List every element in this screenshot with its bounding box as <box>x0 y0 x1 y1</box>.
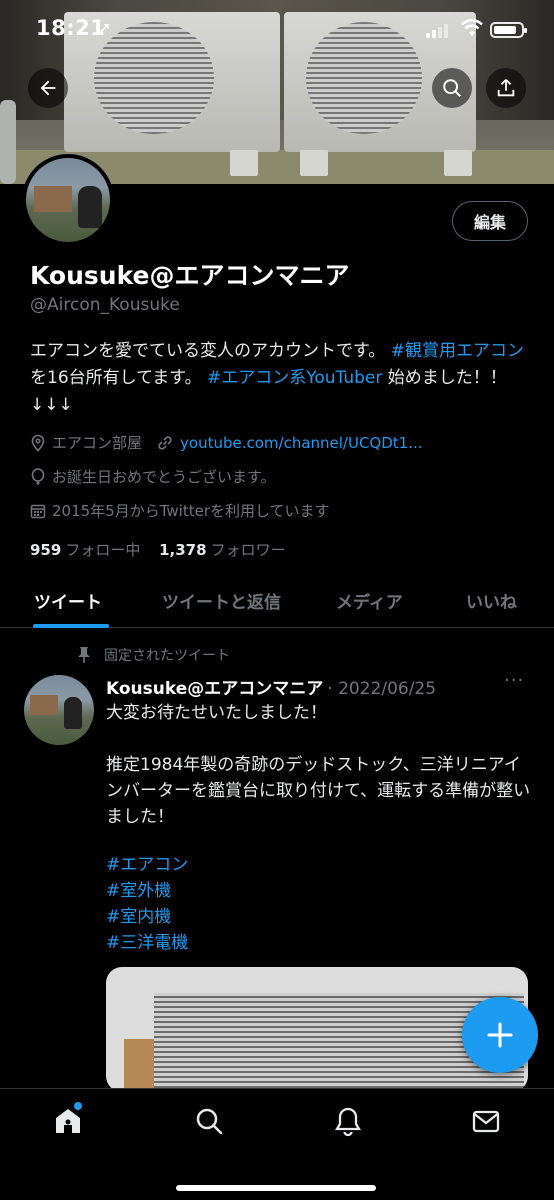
hashtag-link[interactable]: #室内機 <box>106 904 188 930</box>
location-arrow-icon: ➚ <box>98 18 112 37</box>
search-icon[interactable] <box>193 1105 225 1137</box>
calendar-icon <box>30 504 46 518</box>
following-count: 959 <box>30 541 62 559</box>
home-notification-dot <box>74 1102 82 1110</box>
profile-birthday: お誕生日おめでとうございます。 <box>52 468 276 486</box>
back-button[interactable] <box>28 68 68 108</box>
wifi-icon <box>461 19 483 36</box>
battery-icon <box>490 22 527 38</box>
hashtag-link[interactable]: #三洋電機 <box>106 930 188 956</box>
tab-likes[interactable]: いいね <box>466 588 517 613</box>
search-button[interactable] <box>432 68 472 108</box>
followers-link[interactable]: 1,378 フォロワー <box>159 541 285 559</box>
tweet-author-name[interactable]: Kousuke@エアコンマニア <box>106 679 323 699</box>
plus-icon <box>487 1022 513 1048</box>
bio-text: を16台所有してます。 <box>30 368 202 388</box>
tweet-hashtags: #エアコン #室外機 #室内機 #三洋電機 <box>106 852 188 956</box>
profile-joined-row: 2015年5月からTwitterを利用しています <box>30 500 330 521</box>
followers-count: 1,378 <box>159 541 207 559</box>
display-name: Kousuke@エアコンマニア <box>30 261 350 290</box>
active-tab-indicator <box>33 624 109 628</box>
status-time: 18:21 <box>36 16 106 40</box>
tweet-body: 大変お待たせいたしました！ 推定1984年製の奇跡のデッドストック、三洋リニアイ… <box>106 700 536 856</box>
share-icon <box>497 79 515 97</box>
following-label: フォロー中 <box>65 541 141 559</box>
user-handle: @Aircon_Kousuke <box>30 295 180 315</box>
bottom-navigation <box>0 1088 554 1200</box>
banner-fan <box>0 100 16 184</box>
profile-joined: 2015年5月からTwitterを利用しています <box>52 502 330 520</box>
profile-website-link[interactable]: youtube.com/channel/UCQDt1... <box>180 434 423 452</box>
ac-leg <box>444 150 472 176</box>
profile-birthday-row: お誕生日おめでとうございます。 <box>30 466 276 487</box>
status-bar: 18:21 ➚ <box>0 14 554 46</box>
ac-leg <box>300 150 328 176</box>
bio-hashtag-link[interactable]: #エアコン系YouTuber <box>207 368 382 388</box>
followers-label: フォロワー <box>210 541 286 559</box>
bio-hashtag-link[interactable]: #観賞用エアコン <box>391 341 524 361</box>
avatar-house <box>34 186 72 212</box>
tweet-date[interactable]: · 2022/06/25 <box>327 679 436 699</box>
pinned-indicator: 固定されたツイート <box>76 645 230 665</box>
profile-tabs: ツイート ツイートと返信 メディア いいね <box>0 574 554 628</box>
tweet-author-avatar[interactable] <box>24 675 94 745</box>
search-icon <box>443 79 461 97</box>
tweet-paragraph: 大変お待たせいたしました！ <box>106 703 327 723</box>
edit-profile-button[interactable]: 編集 <box>452 201 528 241</box>
link-icon <box>158 435 172 450</box>
profile-avatar[interactable] <box>22 154 114 246</box>
tab-tweets[interactable]: ツイート <box>34 588 102 613</box>
profile-location-row: エアコン部屋 youtube.com/channel/UCQDt1... <box>30 432 423 453</box>
hashtag-link[interactable]: #室外機 <box>106 878 188 904</box>
arrow-left-icon <box>40 80 56 96</box>
avatar-person <box>64 697 82 729</box>
tweet-more-icon[interactable]: ··· <box>504 670 524 691</box>
tweet-header: Kousuke@エアコンマニア · 2022/06/25 <box>106 674 436 699</box>
tab-media[interactable]: メディア <box>336 588 403 613</box>
compose-tweet-button[interactable] <box>462 997 538 1073</box>
avatar-house <box>30 695 58 715</box>
avatar-person <box>78 186 102 228</box>
pinned-label: 固定されたツイート <box>104 648 230 664</box>
cellular-signal-icon <box>426 24 448 38</box>
hashtag-link[interactable]: #エアコン <box>106 852 188 878</box>
tweet-paragraph: 推定1984年製の奇跡のデッドストック、三洋リニアインバーターを鑑賞台に取り付け… <box>106 755 531 827</box>
location-pin-icon <box>31 434 45 452</box>
following-link[interactable]: 959 フォロー中 <box>30 541 140 559</box>
mail-icon[interactable] <box>470 1105 502 1137</box>
follow-stats: 959 フォロー中 1,378 フォロワー <box>30 539 286 560</box>
pin-icon <box>78 647 90 663</box>
bio-text: エアコンを愛でている変人のアカウントです。 <box>30 341 386 361</box>
tab-tweets-and-replies[interactable]: ツイートと返信 <box>162 588 281 613</box>
home-indicator <box>176 1185 376 1191</box>
profile-location: エアコン部屋 <box>52 434 143 452</box>
bell-icon[interactable] <box>332 1105 364 1137</box>
share-button[interactable] <box>486 68 526 108</box>
ac-leg <box>230 150 258 176</box>
profile-bio: エアコンを愛でている変人のアカウントです。 #観賞用エアコン を16台所有してま… <box>30 338 530 419</box>
balloon-icon <box>31 467 45 485</box>
